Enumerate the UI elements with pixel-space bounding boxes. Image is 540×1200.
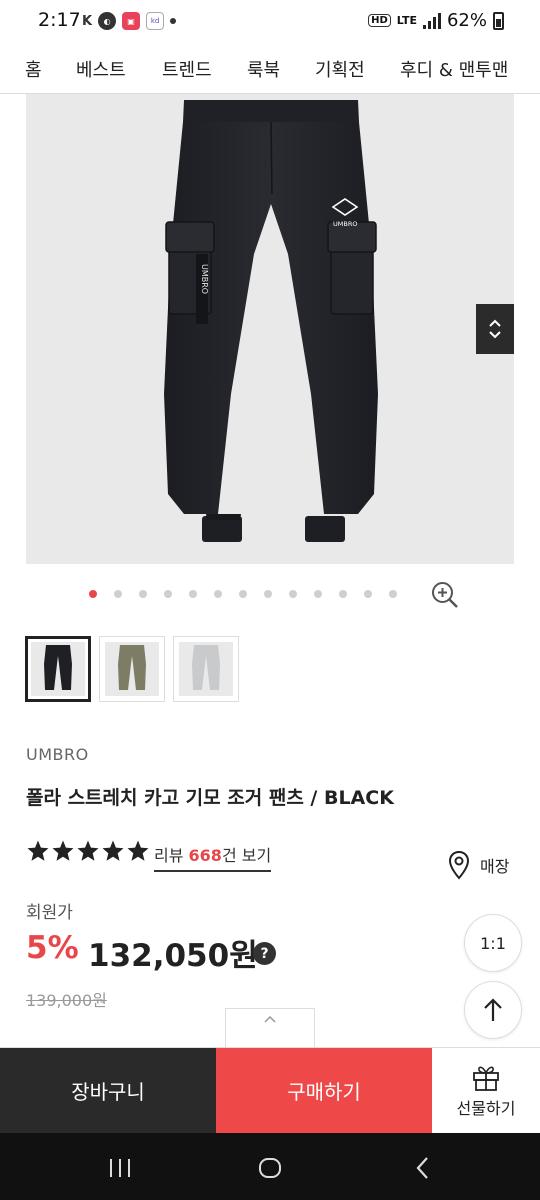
location-pin-icon [448, 850, 470, 880]
gallery-dot[interactable] [289, 590, 297, 598]
svg-text:UMBRO: UMBRO [333, 220, 357, 228]
status-time: 2:17 [38, 9, 81, 31]
product-title: 폴라 스트레치 카고 기모 조거 팬츠 / BLACK [26, 787, 394, 809]
color-thumbnails [25, 636, 239, 702]
buy-now-button[interactable]: 구매하기 [216, 1048, 432, 1133]
chevron-up-icon[interactable] [488, 318, 502, 328]
gallery-dot[interactable] [89, 590, 97, 598]
rating-stars [26, 839, 150, 863]
gallery-dot[interactable] [214, 590, 222, 598]
nav-item-exhibition[interactable]: 기획전 [315, 56, 365, 82]
nav-item-trend[interactable]: 트렌드 [162, 56, 212, 82]
notification-icons: K ◐ ▣ kd [82, 12, 177, 30]
pants-illustration: UMBRO UMBRO [164, 100, 378, 542]
gift-icon [473, 1066, 499, 1091]
gallery-dot[interactable] [339, 590, 347, 598]
nav-item-home[interactable]: 홈 [25, 56, 42, 82]
top-nav: 홈 베스트 트렌드 룩북 기획전 후디 & 맨투맨 [0, 44, 540, 94]
star-icon [52, 840, 74, 861]
gallery-dot[interactable] [389, 590, 397, 598]
gallery-dot[interactable] [189, 590, 197, 598]
gallery-dot[interactable] [164, 590, 172, 598]
chevron-down-icon[interactable] [488, 330, 502, 340]
member-price-label: 회원가 [26, 903, 73, 923]
gallery-pagination [89, 590, 397, 598]
gallery-dot[interactable] [239, 590, 247, 598]
side-brand-print: UMBRO [200, 264, 209, 294]
chevron-up-small-icon [264, 1015, 276, 1023]
store-label: 매장 [480, 857, 510, 876]
original-price: 139,000원 [26, 991, 107, 1010]
gift-label: 선물하기 [456, 1098, 516, 1118]
star-icon [27, 840, 49, 861]
back-icon[interactable] [408, 1153, 438, 1183]
review-suffix: 건 보기 [221, 846, 272, 865]
more-notifications-dot [170, 18, 177, 24]
nav-item-best[interactable]: 베스트 [76, 56, 126, 82]
gallery-dot[interactable] [114, 590, 122, 598]
kids-app-icon: kd [146, 12, 165, 30]
store-button[interactable]: 매장 [448, 850, 509, 880]
star-icon [102, 840, 124, 861]
battery-percent: 62% [446, 10, 487, 31]
shopping-app-icon: ▣ [122, 12, 141, 30]
review-link[interactable]: 리뷰 668건 보기 [154, 842, 272, 872]
add-to-cart-button[interactable]: 장바구니 [0, 1048, 216, 1133]
star-icon [77, 840, 99, 861]
ratio-toggle-button[interactable]: 1:1 [464, 914, 522, 972]
status-bar: 2:17 K ◐ ▣ kd HD LTE 62% [0, 0, 540, 44]
product-image[interactable]: UMBRO UMBRO [26, 94, 514, 564]
thumbnail-image [31, 642, 85, 696]
app-notification-icon: ◐ [98, 12, 117, 30]
zoom-in-icon[interactable] [430, 580, 460, 610]
scroll-nav[interactable] [476, 304, 514, 354]
battery-icon [493, 11, 504, 30]
brand-name[interactable]: UMBRO [26, 745, 89, 764]
review-prefix: 리뷰 [154, 846, 189, 865]
system-nav-bar [0, 1133, 540, 1200]
review-count: 668 [188, 846, 222, 865]
purchase-action-bar: 장바구니 구매하기 선물하기 [0, 1048, 540, 1133]
price-help-icon[interactable]: ? [253, 942, 276, 965]
gift-button[interactable]: 선물하기 [432, 1048, 540, 1133]
gallery-dot[interactable] [139, 590, 147, 598]
scroll-top-button[interactable] [464, 981, 522, 1039]
signal-icon [422, 12, 441, 29]
expand-tab[interactable] [225, 1008, 315, 1048]
star-icon [127, 840, 149, 861]
hd-voice-icon: HD [368, 14, 391, 27]
discount-rate: 5% [26, 930, 79, 966]
network-type: LTE [396, 14, 417, 27]
thumbnail-image [105, 642, 159, 696]
nav-item-hoodie-sweatshirt[interactable]: 후디 & 맨투맨 [400, 56, 508, 82]
color-thumbnail-black[interactable] [25, 636, 91, 702]
nav-item-lookbook[interactable]: 룩북 [247, 56, 280, 82]
color-thumbnail-grey[interactable] [173, 636, 239, 702]
color-thumbnail-khaki[interactable] [99, 636, 165, 702]
recent-apps-icon[interactable] [105, 1153, 135, 1183]
home-icon[interactable] [255, 1153, 285, 1183]
status-right: HD LTE 62% [368, 10, 504, 31]
sale-price: 132,050원 [88, 938, 258, 974]
gallery-dot[interactable] [364, 590, 372, 598]
arrow-up-icon [484, 998, 502, 1021]
gallery-dot[interactable] [264, 590, 272, 598]
vibrate-icon: K [82, 13, 93, 29]
gallery-dot[interactable] [314, 590, 322, 598]
thumbnail-image [179, 642, 233, 696]
